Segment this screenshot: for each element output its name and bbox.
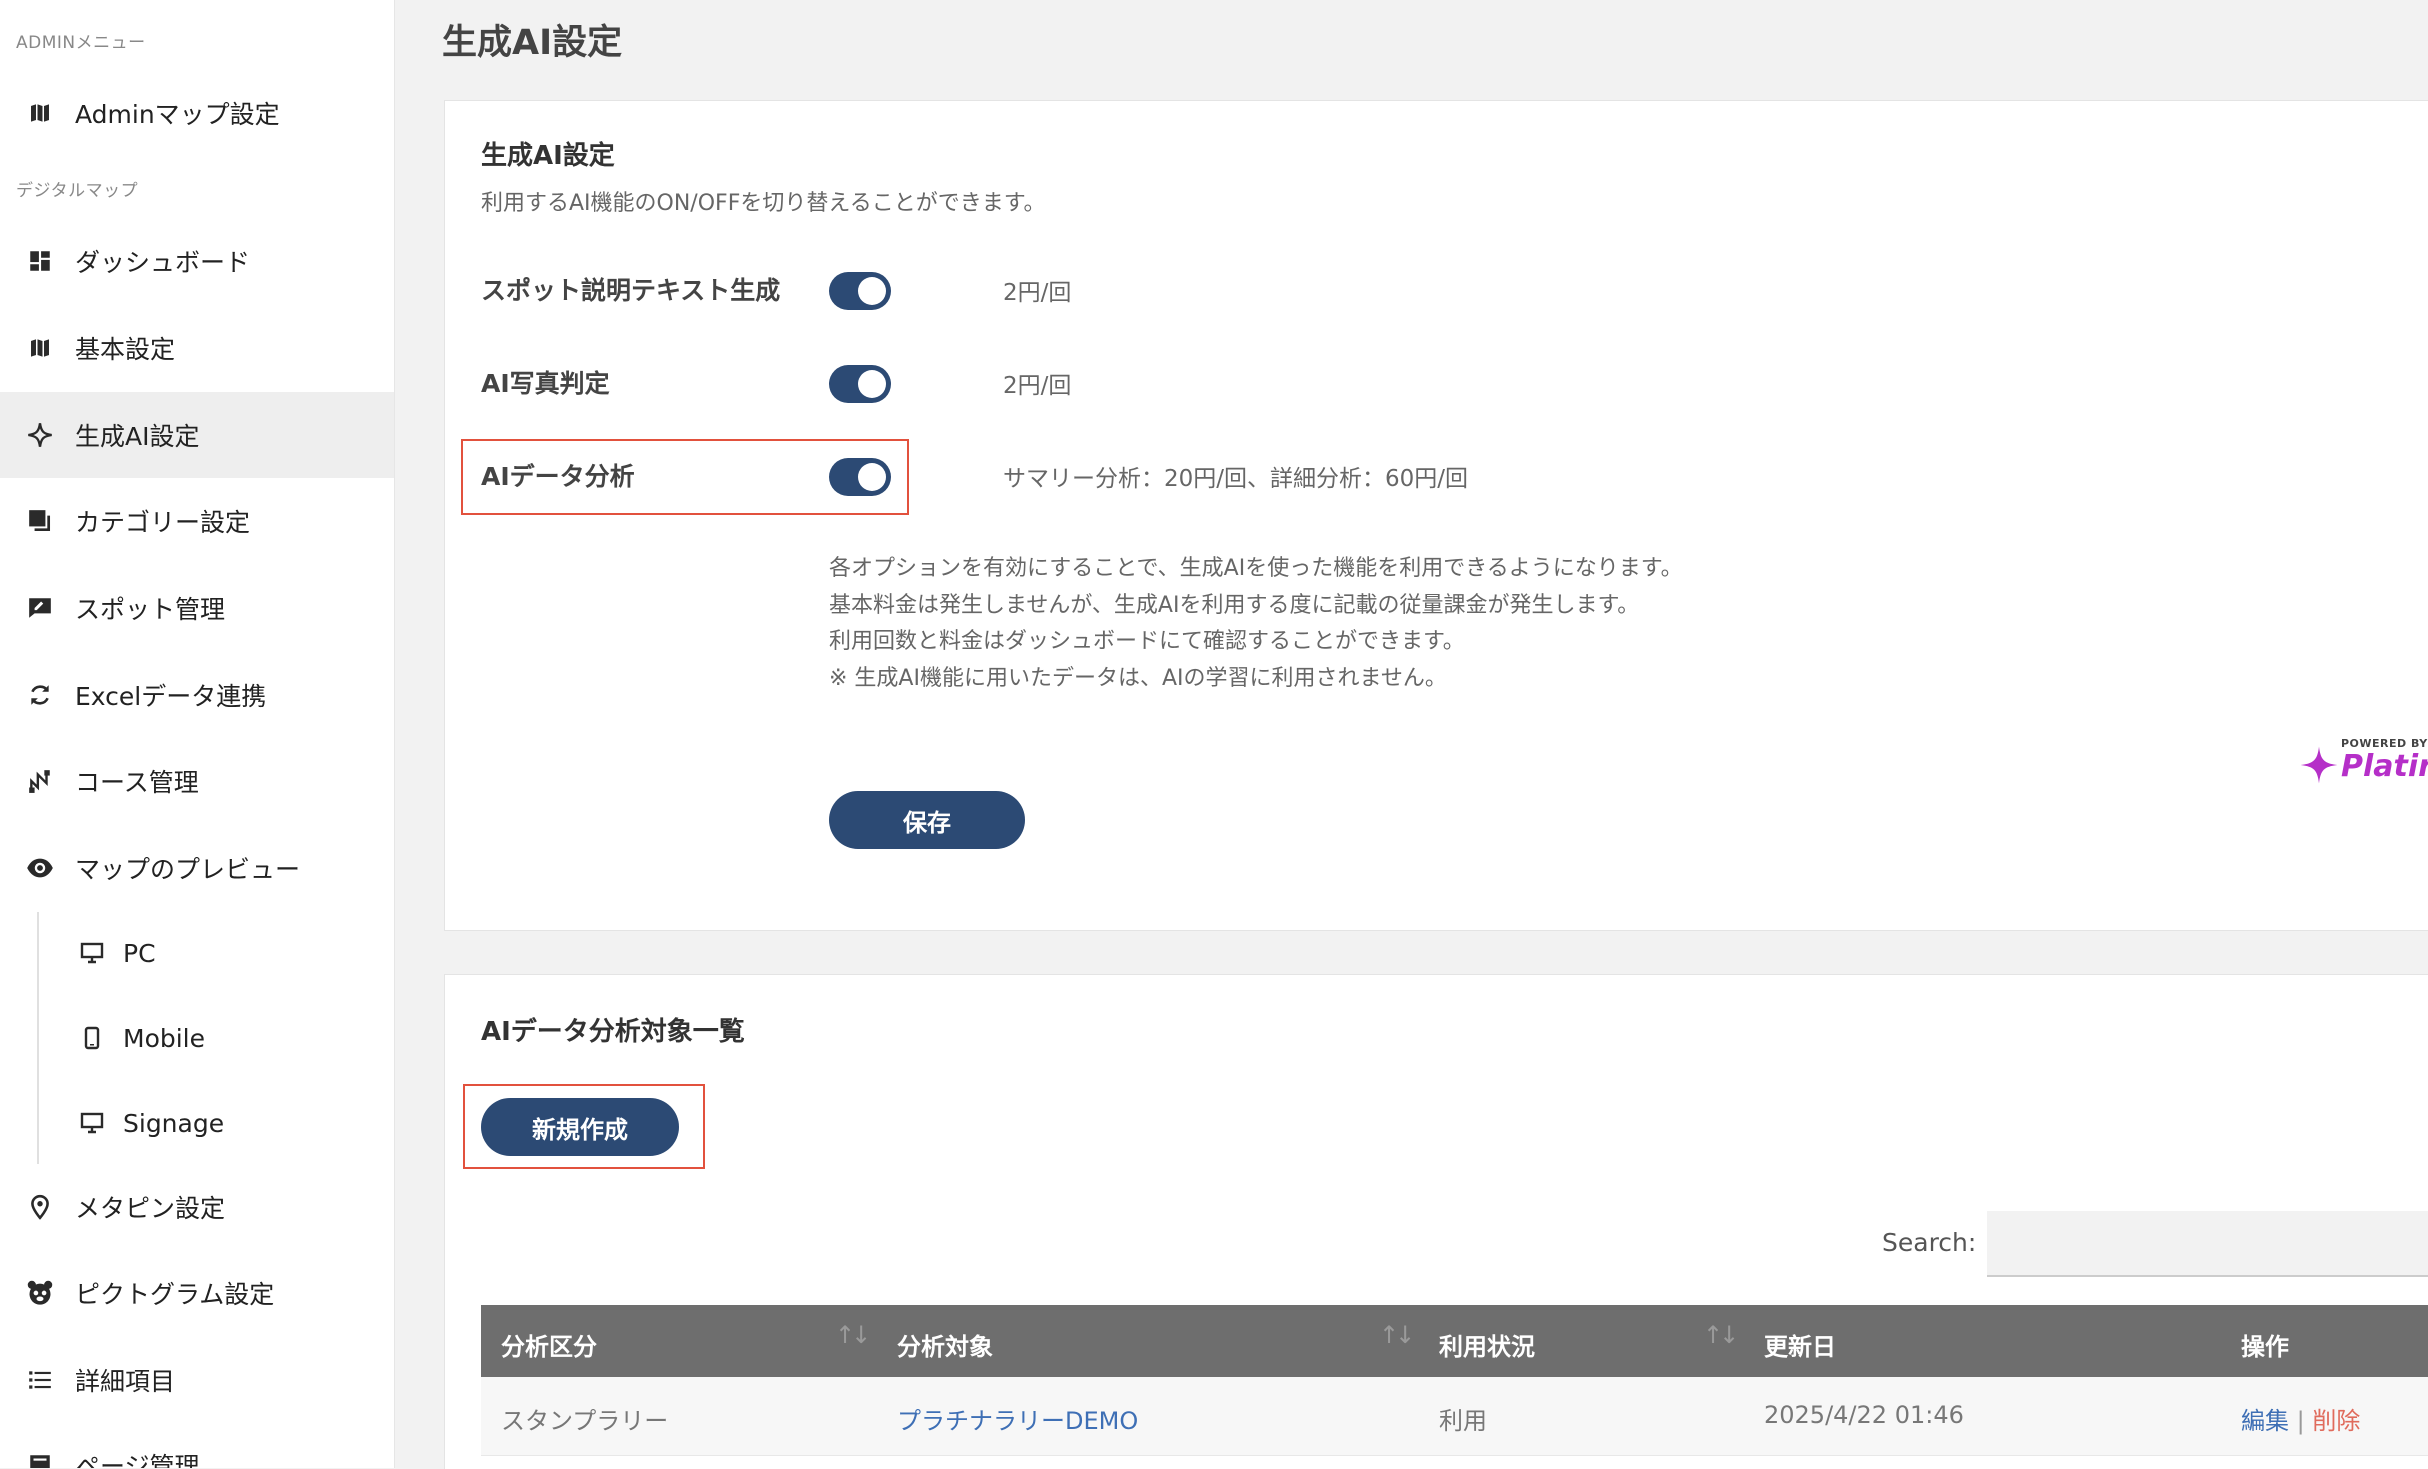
table-row: スタンプラリー プラチナラリーDEMO 利用 2025/4/22 01:46 編… [481,1377,2428,1456]
dashboard-icon [26,247,54,275]
sidebar-item-label: カテゴリー設定 [75,508,251,537]
sort-icon[interactable]: ↑↓ [1379,1321,1415,1349]
sidebar-item-pictogram[interactable]: ピクトグラム設定 [0,1250,394,1336]
sidebar-item-label: 基本設定 [75,335,176,364]
search-label: Search: [1882,1228,1977,1257]
brand-name: Platir [2341,749,2428,784]
sidebar-item-map-preview[interactable]: マップのプレビュー [0,825,394,911]
sidebar-item-pages[interactable]: ページ管理 [0,1422,394,1468]
cell-target-link[interactable]: プラチナラリーDEMO [897,1401,1138,1436]
table-header: 分析区分 ↑↓ 分析対象 ↑↓ 利用状況 ↑↓ 更新日 操作 [481,1305,2428,1377]
sidebar-item-label: Excelデータ連携 [75,682,267,711]
option-label-data-analysis: AIデータ分析 [481,462,635,491]
toggle-knob [858,370,886,398]
sidebar-item-label: ページ管理 [75,1452,200,1468]
note-line: 利用回数と料金はダッシュボードにて確認することができます。 [829,629,1465,654]
save-button[interactable]: 保存 [829,791,1025,849]
mobile-icon [78,1024,106,1052]
photo-judge-toggle[interactable] [829,365,891,403]
data-analysis-toggle[interactable] [829,458,891,496]
note-line: ※ 生成AI機能に用いたデータは、AIの学習に利用されません。 [829,665,1447,691]
map-icon [26,334,54,362]
panda-icon [26,1279,54,1307]
option-price: 2円/回 [1003,373,1072,399]
sidebar-item-generative-ai[interactable]: 生成AI設定 [0,392,394,478]
eye-icon [26,854,54,882]
notes: 各オプションを有効にすることで、生成AIを使った機能を利用できるようになります。… [829,551,1683,697]
column-header-status[interactable]: 利用状況 [1439,1327,1535,1362]
sidebar-item-label: ピクトグラム設定 [75,1280,275,1309]
sparkle-logo-icon [2300,746,2338,784]
sidebar-item-label: Mobile [123,1023,206,1053]
sidebar-item-courses[interactable]: コース管理 [0,738,394,824]
analysis-list-card: AIデータ分析対象一覧 新規作成 Search: 分析区分 ↑↓ 分析対象 ↑↓… [444,974,2428,1469]
page-icon [26,1451,54,1468]
cell-status: 利用 [1439,1407,1487,1435]
sidebar-item-label: 生成AI設定 [75,422,200,451]
cell-updated: 2025/4/22 01:46 [1764,1401,1964,1429]
option-price: サマリー分析：20円/回、詳細分析：60円/回 [1003,466,1469,492]
sidebar-item-label: 詳細項目 [75,1367,176,1396]
route-icon [26,767,54,795]
option-label-spot-text: スポット説明テキスト生成 [481,276,781,305]
sparkle-icon [26,421,54,449]
cell-actions: 編集 | 削除 [2241,1401,2360,1436]
map-icon [26,99,54,127]
sidebar-item-label: マップのプレビュー [75,855,301,884]
column-header-target[interactable]: 分析対象 [897,1327,993,1362]
search-input[interactable] [1987,1211,2428,1277]
column-header-updated[interactable]: 更新日 [1764,1327,1836,1362]
sidebar-item-excel-sync[interactable]: Excelデータ連携 [0,652,394,738]
page-title: 生成AI設定 [442,23,623,63]
sidebar-item-label: PC [123,938,156,968]
sidebar-item-label: Signage [123,1108,225,1138]
new-create-button[interactable]: 新規作成 [481,1098,679,1156]
ai-settings-card: 生成AI設定 利用するAI機能のON/OFFを切り替えることができます。 スポッ… [444,100,2428,931]
sidebar-item-dashboard[interactable]: ダッシュボード [0,218,394,304]
delete-link[interactable]: 削除 [2312,1407,2360,1435]
monitor-icon [78,1109,106,1137]
sidebar-item-label: ダッシュボード [75,248,251,277]
sidebar-item-categories[interactable]: カテゴリー設定 [0,478,394,564]
sidebar-section-admin: ADMINメニュー [16,33,146,53]
spot-text-toggle[interactable] [829,272,891,310]
sidebar-item-basic-settings[interactable]: 基本設定 [0,305,394,391]
sidebar-item-details[interactable]: 詳細項目 [0,1337,394,1423]
sidebar-item-meta-pin[interactable]: メタピン設定 [0,1164,394,1250]
card-description: 利用するAI機能のON/OFFを切り替えることができます。 [481,191,1046,216]
toggle-knob [858,463,886,491]
sort-icon[interactable]: ↑↓ [1703,1321,1739,1349]
list-icon [26,1366,54,1394]
action-separator: | [2296,1407,2305,1435]
column-header-category[interactable]: 分析区分 [501,1327,597,1362]
sidebar-item-label: コース管理 [75,768,199,797]
sync-icon [26,681,54,709]
sidebar-item-mobile[interactable]: Mobile [0,995,394,1081]
card-title: 生成AI設定 [481,141,615,171]
sidebar-section-digital-map: デジタルマップ [16,181,139,201]
sidebar-item-label: Adminマップ設定 [75,100,280,129]
option-price: 2円/回 [1003,280,1072,306]
edit-link[interactable]: 編集 [2241,1407,2289,1435]
column-header-actions: 操作 [2241,1333,2289,1361]
note-line: 基本料金は発生しませんが、生成AIを利用する度に記載の従量課金が発生します。 [829,592,1640,618]
sidebar-item-label: メタピン設定 [75,1194,226,1223]
desktop-icon [78,939,106,967]
sort-icon[interactable]: ↑↓ [835,1321,871,1349]
sidebar-item-label: スポット管理 [75,595,226,624]
sidebar-item-signage[interactable]: Signage [0,1080,394,1166]
layers-icon [26,507,54,535]
chat-edit-icon [26,594,54,622]
sidebar-item-spots[interactable]: スポット管理 [0,565,394,651]
pin-icon [26,1193,54,1221]
cell-category: スタンプラリー [501,1407,669,1435]
sidebar: ADMINメニュー Adminマップ設定 デジタルマップ ダッシュボード 基本設… [0,0,395,1468]
sidebar-item-pc[interactable]: PC [0,910,394,996]
note-line: 各オプションを有効にすることで、生成AIを使った機能を利用できるようになります。 [829,556,1683,581]
card-title: AIデータ分析対象一覧 [481,1017,745,1047]
sidebar-item-admin-map[interactable]: Adminマップ設定 [0,70,394,156]
option-label-photo-judge: AI写真判定 [481,369,610,398]
toggle-knob [858,277,886,305]
